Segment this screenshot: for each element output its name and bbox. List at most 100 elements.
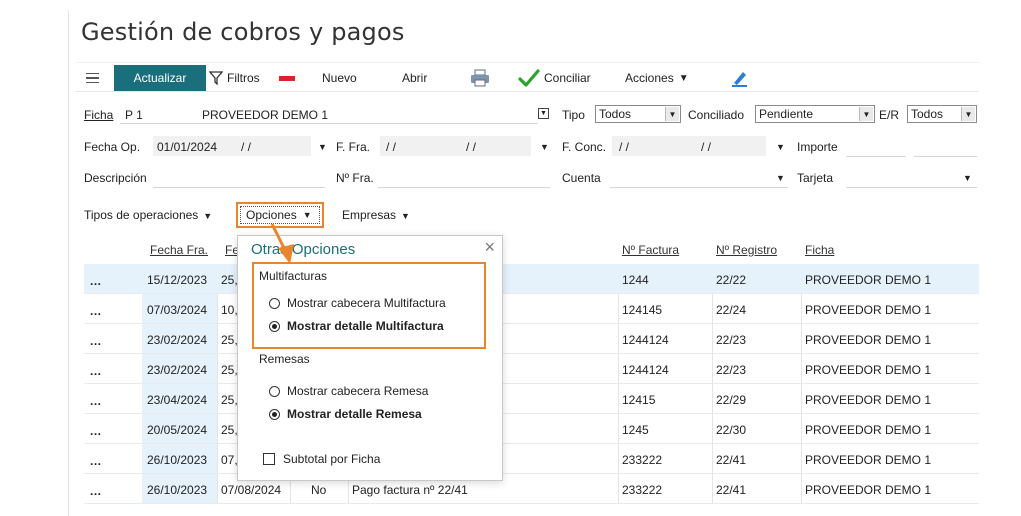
- table-row[interactable]: ... 23/02/2024 25, 1244124 22/23 PROVEED…: [84, 354, 979, 384]
- table-row[interactable]: ... 15/12/2023 25, 1244 22/22 PROVEEDOR …: [84, 264, 979, 294]
- filtros-button[interactable]: Filtros: [209, 63, 260, 93]
- tipo-value: Todos: [599, 107, 632, 121]
- row-menu[interactable]: ...: [90, 274, 102, 288]
- chevron-down-icon: ▼: [665, 107, 679, 121]
- caret-down-icon: ▼: [401, 211, 410, 221]
- row-menu[interactable]: ...: [90, 484, 102, 498]
- cell-fecha2: 07/08/2024: [221, 483, 282, 497]
- cell-fecha: 26/10/2023: [147, 483, 208, 497]
- cell-ficha: PROVEEDOR DEMO 1: [805, 363, 932, 377]
- conciliar-label: Conciliar: [544, 71, 591, 85]
- fconc-from: / /: [619, 140, 630, 154]
- cell-factura: 1244124: [622, 363, 669, 377]
- radio-icon: [269, 297, 280, 309]
- row-menu[interactable]: ...: [90, 364, 102, 378]
- cell-factura: 124145: [622, 303, 663, 317]
- col-n-registro[interactable]: Nº Registro: [716, 243, 777, 257]
- table-row[interactable]: ... 23/04/2024 25, 12415 22/29 PROVEEDOR…: [84, 384, 979, 414]
- opt-label: Mostrar cabecera Multifactura: [287, 296, 446, 310]
- col-fecha-fra[interactable]: Fecha Fra.: [150, 243, 208, 257]
- radio-selected-icon: [269, 320, 280, 332]
- cell-descripcion: Pago factura nº 22/41: [352, 483, 468, 497]
- empresas-label: Empresas: [342, 208, 397, 222]
- cuenta-field[interactable]: [610, 168, 788, 188]
- print-button[interactable]: [470, 63, 490, 93]
- nfra-field[interactable]: [378, 168, 550, 188]
- chevron-down-icon[interactable]: ▼: [776, 142, 785, 152]
- row-menu[interactable]: ...: [90, 334, 102, 348]
- table-row[interactable]: ... 23/02/2024 25, 1244124 22/23 PROVEED…: [84, 324, 979, 354]
- chevron-down-icon[interactable]: ▼: [540, 142, 549, 152]
- tipos-operaciones-menu[interactable]: Tipos de operaciones ▼: [84, 208, 212, 222]
- col-ficha[interactable]: Ficha: [805, 243, 834, 257]
- descripcion-field[interactable]: [153, 168, 325, 188]
- radio-detalle-remesa[interactable]: Mostrar detalle Remesa: [269, 407, 422, 421]
- delete-button[interactable]: [279, 63, 295, 93]
- fconc-to: / /: [701, 140, 712, 154]
- chevron-down-icon[interactable]: ▼: [318, 142, 327, 152]
- filter-icon: [209, 71, 223, 85]
- ficha-dropdown-icon[interactable]: ▼: [538, 108, 549, 119]
- cell-registro: 22/41: [716, 453, 747, 467]
- subtotal-por-ficha-checkbox[interactable]: Subtotal por Ficha: [263, 452, 380, 466]
- radio-detalle-multifactura[interactable]: Mostrar detalle Multifactura: [269, 319, 444, 333]
- row-menu[interactable]: ...: [90, 394, 102, 408]
- radio-selected-icon: [269, 408, 280, 420]
- tipos-label: Tipos de operaciones: [84, 208, 199, 222]
- radio-cabecera-multifactura[interactable]: Mostrar cabecera Multifactura: [269, 296, 446, 310]
- row-menu[interactable]: ...: [90, 454, 102, 468]
- radio-cabecera-remesa[interactable]: Mostrar cabecera Remesa: [269, 384, 428, 398]
- er-select[interactable]: Todos ▼: [907, 105, 977, 123]
- table-row[interactable]: ... 07/03/2024 10, 124145 22/24 PROVEEDO…: [84, 294, 979, 324]
- row-menu[interactable]: ...: [90, 304, 102, 318]
- conciliado-select[interactable]: Pendiente ▼: [755, 105, 875, 123]
- cell-fecha: 15/12/2023: [147, 273, 208, 287]
- cell-ficha: PROVEEDOR DEMO 1: [805, 273, 932, 287]
- cell-fecha2: 10,: [221, 303, 238, 317]
- table-row[interactable]: ... 26/10/2023 07, 233222 22/41 PROVEEDO…: [84, 444, 979, 474]
- cell-ficha: PROVEEDOR DEMO 1: [805, 303, 932, 317]
- importe-to-field[interactable]: [914, 137, 977, 157]
- table-row[interactable]: ... 20/05/2024 25, 1245 22/30 PROVEEDOR …: [84, 414, 979, 444]
- acciones-menu[interactable]: Acciones ▼: [625, 63, 689, 93]
- col-n-factura[interactable]: Nº Factura: [622, 243, 679, 257]
- cell-ficha: PROVEEDOR DEMO 1: [805, 333, 932, 347]
- ffra-from: / /: [386, 140, 397, 154]
- page-title: Gestión de cobros y pagos: [81, 18, 405, 46]
- actualizar-button[interactable]: Actualizar: [114, 65, 206, 91]
- otras-opciones-popup: Otras Opciones × Multifacturas Mostrar c…: [237, 235, 503, 481]
- conciliado-value: Pendiente: [759, 107, 814, 121]
- chevron-down-icon[interactable]: ▼: [776, 173, 785, 183]
- check-icon: [518, 69, 540, 87]
- cell-fecha2: 25,: [221, 363, 238, 377]
- cell-factura: 12415: [622, 393, 656, 407]
- fconc-field[interactable]: [612, 136, 766, 156]
- ficha-field[interactable]: [120, 104, 538, 124]
- chevron-down-icon[interactable]: ▼: [963, 173, 972, 183]
- tipo-select[interactable]: Todos ▼: [595, 105, 681, 123]
- remesas-section: Remesas: [259, 352, 310, 366]
- table-row[interactable]: ... 26/10/2023 07/08/2024 No Pago factur…: [84, 474, 979, 504]
- opciones-label: Opciones: [246, 208, 297, 222]
- cell-fecha2: 25,: [221, 273, 238, 287]
- edit-button[interactable]: [731, 63, 749, 93]
- close-icon[interactable]: ×: [484, 237, 495, 258]
- cell-ficha: PROVEEDOR DEMO 1: [805, 483, 932, 497]
- row-menu[interactable]: ...: [90, 424, 102, 438]
- cell-fecha2: 07,: [221, 453, 238, 467]
- cell-factura: 233222: [622, 453, 663, 467]
- empresas-menu[interactable]: Empresas ▼: [342, 208, 410, 222]
- caret-down-icon: ▼: [203, 211, 213, 221]
- importe-from-field[interactable]: [846, 137, 906, 157]
- cell-fecha: 07/03/2024: [147, 303, 208, 317]
- conciliar-button[interactable]: Conciliar: [518, 63, 591, 93]
- cell-registro: 22/22: [716, 273, 747, 287]
- opt-label: Subtotal por Ficha: [283, 452, 381, 466]
- tarjeta-field[interactable]: [846, 168, 977, 188]
- ficha-label[interactable]: Ficha: [84, 108, 113, 122]
- nuevo-button[interactable]: Nuevo: [322, 63, 357, 93]
- er-label: E/R: [879, 108, 900, 122]
- menu-icon[interactable]: [85, 63, 99, 93]
- abrir-button[interactable]: Abrir: [402, 63, 427, 93]
- ffra-field[interactable]: [380, 136, 531, 156]
